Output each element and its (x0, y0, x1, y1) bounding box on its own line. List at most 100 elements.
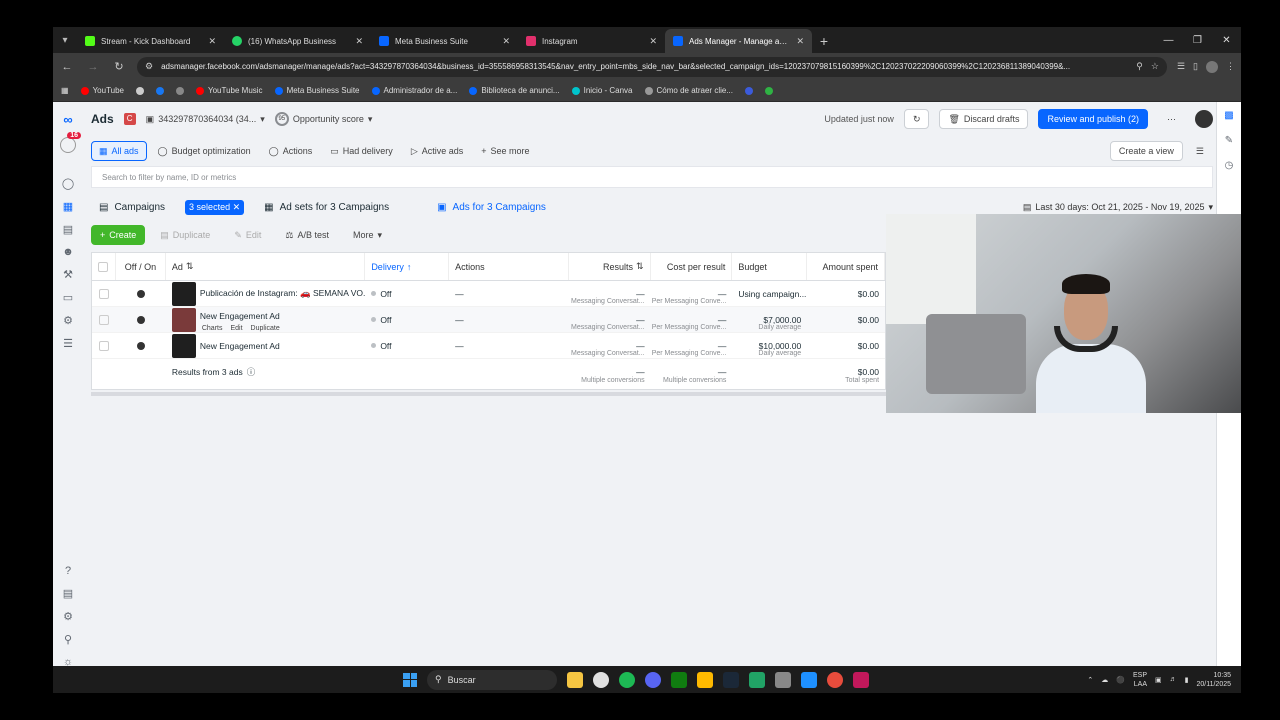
tab-ads-manager[interactable]: Ads Manager - Manage ads - A ✕ (665, 29, 812, 53)
url-text[interactable]: adsmanager.facebook.com/adsmanager/manag… (161, 62, 1128, 71)
taskbar-app-icon[interactable] (775, 671, 791, 688)
pencil-icon[interactable]: ✎ (1225, 135, 1233, 146)
row-duplicate-link[interactable]: Duplicate (251, 325, 280, 332)
xbox-icon[interactable] (671, 671, 687, 688)
chip-had-delivery[interactable]: ▭ Had delivery (323, 141, 400, 161)
ad-name[interactable]: New Engagement Ad (200, 341, 280, 351)
ad-name[interactable]: Publicación de Instagram: 🚗 SEMANA VO... (200, 288, 365, 299)
close-icon[interactable]: ✕ (208, 36, 216, 47)
discard-drafts-button[interactable]: 🗑 Discard drafts (939, 109, 1029, 129)
tools-icon[interactable]: ⚒ (63, 268, 73, 281)
header-results[interactable]: Results ⇅ (569, 253, 651, 280)
refresh-button[interactable]: ↻ (903, 109, 930, 129)
chip-actions[interactable]: ◯ Actions (262, 141, 320, 161)
chart-icon[interactable]: ▩ (1224, 110, 1233, 121)
menu-icon[interactable]: ⋮ (1226, 61, 1235, 73)
more-button[interactable]: More ▾ (344, 225, 391, 245)
create-view-button[interactable]: Create a view (1109, 141, 1183, 161)
chevron-up-icon[interactable]: ⌃ (1087, 676, 1093, 684)
excel-icon[interactable] (749, 671, 765, 688)
bookmark-facebook[interactable] (156, 86, 164, 95)
table-row[interactable]: Publicación de Instagram: 🚗 SEMANA VO...… (92, 281, 885, 307)
header-offon[interactable]: Off / On (116, 253, 166, 280)
row-checkbox[interactable] (98, 288, 109, 299)
more-options-icon[interactable]: ⋯ (1158, 109, 1185, 129)
reload-icon[interactable]: ↻ (111, 60, 127, 73)
forward-icon[interactable]: → (85, 61, 101, 73)
language-indicator[interactable]: ESP LAA (1133, 671, 1147, 689)
mic-icon[interactable]: ⚫ (1116, 676, 1125, 684)
taskbar-app-icon[interactable] (593, 671, 609, 688)
taskbar-app-icon[interactable] (853, 671, 869, 688)
taskbar-search[interactable]: ⚲ Buscar (427, 669, 557, 690)
bookmark-12[interactable] (765, 86, 773, 95)
row-toggle[interactable] (136, 289, 145, 298)
chip-active-ads[interactable]: ▷ Active ads (404, 141, 470, 161)
bookmark-11[interactable] (745, 86, 753, 95)
tab-search-icon[interactable]: ▾ (53, 27, 77, 53)
bookmark-2[interactable] (136, 86, 144, 95)
chip-see-more[interactable]: + See more (474, 141, 536, 161)
date-range-picker[interactable]: ▤ Last 30 days: Oct 21, 2025 - Nov 19, 20… (1023, 202, 1213, 213)
battery-icon[interactable]: ▮ (1185, 676, 1189, 684)
tab-instagram[interactable]: Instagram ✕ (518, 29, 665, 53)
tab-kick[interactable]: Stream - Kick Dashboard ✕ (77, 29, 224, 53)
review-publish-button[interactable]: Review and publish (2) (1038, 109, 1148, 129)
billing-icon[interactable]: ▭ (63, 291, 73, 304)
filter-settings-icon[interactable]: ☰ (1187, 141, 1213, 161)
menu-lines-icon[interactable]: ☰ (63, 337, 73, 350)
horizontal-scrollbar[interactable] (91, 392, 886, 396)
clock[interactable]: 10:35 20/11/2025 (1196, 671, 1231, 689)
row-toggle[interactable] (136, 341, 145, 350)
tab-ads[interactable]: ▣ Ads for 3 Campaigns (429, 202, 554, 213)
taskbar-app-icon[interactable] (567, 671, 583, 688)
bookmark-star-icon[interactable]: ☆ (1151, 61, 1159, 72)
bookmark-4[interactable] (176, 86, 184, 95)
header-amount-spent[interactable]: Amount spent (807, 253, 885, 280)
pages-icon[interactable]: ▤ (63, 223, 73, 236)
header-ad[interactable]: Ad ⇅ (166, 253, 366, 280)
tab-campaigns[interactable]: ▤ Campaigns (91, 202, 173, 213)
profile-avatar[interactable] (1206, 60, 1218, 73)
row-edit-link[interactable]: Edit (230, 325, 242, 332)
report-icon[interactable]: ▤ (63, 587, 73, 600)
row-toggle[interactable] (136, 315, 145, 324)
tab-whatsapp[interactable]: (16) WhatsApp Business ✕ (224, 29, 371, 53)
taskbar-app-icon[interactable] (697, 671, 713, 688)
new-tab-button[interactable]: + (812, 29, 836, 53)
apps-grid-icon[interactable]: ▦ (61, 86, 69, 95)
account-selector[interactable]: ▣ 343297870364034 (34... ▾ (146, 114, 265, 125)
cloud-icon[interactable]: ☁ (1101, 676, 1108, 684)
notifications-icon[interactable]: 16 (60, 132, 81, 153)
network-icon[interactable]: ▣ (1155, 676, 1162, 684)
header-delivery[interactable]: Delivery ↑ (365, 253, 450, 280)
close-icon[interactable]: ✕ (355, 36, 363, 47)
header-checkbox[interactable] (92, 253, 116, 280)
duplicate-button[interactable]: ▤ Duplicate (151, 225, 219, 245)
spotify-icon[interactable] (619, 671, 635, 688)
clock-icon[interactable]: ◷ (1225, 160, 1234, 171)
header-budget[interactable]: Budget (732, 253, 808, 280)
search-icon[interactable]: ⚲ (64, 633, 72, 646)
extensions-icon[interactable]: ☰ (1177, 61, 1185, 73)
maximize-icon[interactable]: ❐ (1183, 27, 1212, 53)
budget-cell[interactable]: $10,000.00 (759, 341, 802, 351)
start-icon[interactable] (403, 672, 417, 687)
discord-icon[interactable] (645, 671, 661, 688)
minimize-icon[interactable]: — (1154, 27, 1183, 53)
budget-cell[interactable]: $7,000.00 (763, 315, 801, 325)
sidepanel-icon[interactable]: ▯ (1193, 61, 1198, 73)
help-icon[interactable]: ? (65, 565, 71, 577)
zoom-icon[interactable]: ⚲ (1136, 61, 1143, 72)
audience-icon[interactable]: ☻ (62, 246, 74, 258)
bookmark-meta-business-suite[interactable]: Meta Business Suite (274, 86, 360, 95)
table-row[interactable]: New Engagement Ad Charts Edit Duplicate … (92, 307, 885, 333)
address-bar[interactable]: ⚙ adsmanager.facebook.com/adsmanager/man… (137, 56, 1167, 77)
meta-logo-icon[interactable]: ∞ (63, 112, 72, 127)
table-icon[interactable]: ▦ (63, 200, 73, 213)
close-window-icon[interactable]: ✕ (1212, 27, 1241, 53)
bookmark-administrador[interactable]: Administrador de a... (371, 86, 457, 95)
bookmark-youtube-music[interactable]: YouTube Music (196, 86, 263, 95)
tab-meta-business-suite[interactable]: Meta Business Suite ✕ (371, 29, 518, 53)
opportunity-score-button[interactable]: 95 Opportunity score ▾ (274, 112, 372, 126)
